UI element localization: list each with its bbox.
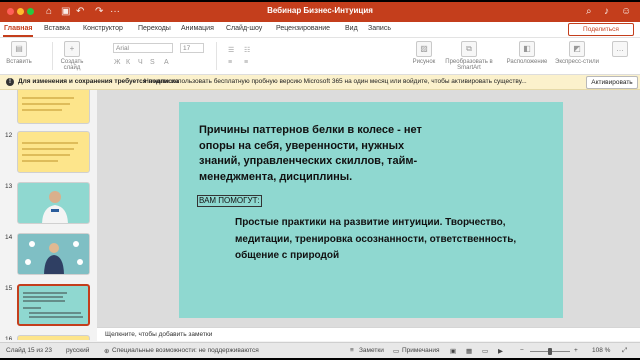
slide-thumbnail-selected[interactable] — [17, 284, 90, 326]
search-icon[interactable]: ⌕ — [586, 5, 592, 19]
document-title: Вебинар Бизнес-Интуиция — [267, 6, 373, 15]
emoji-icon[interactable]: ☺ — [621, 5, 631, 19]
slide-thumbnail[interactable] — [17, 182, 90, 224]
smartart-label: Преобразовать в SmartArt — [445, 59, 493, 71]
clipboard-icon: ▤ — [11, 41, 27, 57]
drawing-label: Рисунок — [412, 59, 436, 65]
activate-button-label: Активировать — [591, 79, 633, 86]
ribbon-divider — [52, 42, 53, 70]
drawing-button[interactable]: ▨ Рисунок — [410, 41, 438, 65]
slide-number: 13 — [5, 183, 13, 190]
tab-record[interactable]: Запись — [368, 25, 391, 32]
ellipsis-icon: … — [612, 41, 628, 57]
powerpoint-window: ⌂ ▣ ↶ ↷ ··· Вебинар Бизнес-Интуиция ⌕ ♪ … — [0, 2, 640, 358]
slideshow-icon[interactable]: ▶ — [498, 347, 503, 355]
tab-insert[interactable]: Вставка — [44, 25, 70, 32]
slide-thumbnail[interactable] — [17, 233, 90, 275]
font-size-value: 17 — [183, 45, 191, 52]
slide-title-text[interactable]: Причины паттернов белки в колесе - нет о… — [199, 123, 429, 185]
strikethrough-icon[interactable]: S — [150, 59, 155, 66]
info-icon: ! — [6, 78, 14, 86]
notes-pane[interactable]: Щелкните, чтобы добавить заметки — [97, 327, 640, 341]
activate-button[interactable]: Активировать — [586, 76, 638, 89]
person-photo-icon — [42, 191, 68, 223]
align-center-icon[interactable]: ≡ — [244, 59, 248, 66]
language-indicator[interactable]: русский — [66, 347, 89, 354]
slide-number: 16 — [5, 336, 13, 340]
font-name-select[interactable]: Arial — [113, 43, 173, 53]
paste-button-label: Вставить — [6, 59, 32, 65]
bullets-icon[interactable]: ☰ — [228, 46, 234, 54]
ribbon-tabs: Главная Вставка Конструктор Переходы Ани… — [0, 22, 640, 38]
tab-animation[interactable]: Анимация — [181, 25, 214, 32]
status-bar: Слайд 15 из 23 русский ⊕ Специальные воз… — [0, 342, 640, 358]
underline-icon[interactable]: Ч — [138, 59, 143, 66]
bell-icon[interactable]: ♪ — [604, 5, 609, 19]
new-slide-label: Создать слайд — [60, 59, 84, 71]
font-name-value: Arial — [116, 45, 130, 52]
slide-thumbnail[interactable] — [17, 335, 90, 340]
slide-thumbnail[interactable] — [17, 90, 90, 124]
zoom-slider-handle[interactable] — [548, 348, 552, 355]
practices-text[interactable]: Простые практики на развитие интуиции. Т… — [235, 215, 555, 265]
paste-button[interactable]: ▤ Вставить — [4, 41, 34, 65]
zoom-level[interactable]: 108 % — [592, 347, 610, 354]
share-button[interactable]: Поделиться — [568, 23, 634, 36]
slide-number: 12 — [5, 132, 13, 139]
comments-icon: ▭ — [393, 348, 400, 355]
picture-icon: ▨ — [416, 41, 432, 57]
slide-sorter-icon[interactable]: ▦ — [466, 347, 472, 355]
accessibility-icon[interactable]: ⊕ — [104, 347, 109, 355]
notes-icon: ≡ — [350, 347, 354, 354]
business-illustration-icon — [18, 234, 89, 274]
zoom-out-icon[interactable]: − — [520, 347, 524, 354]
current-slide[interactable]: Причины паттернов белки в колесе - нет о… — [179, 102, 563, 318]
more-options-button[interactable]: … — [606, 41, 634, 59]
quick-styles-label: Экспресс-стили — [555, 59, 599, 65]
notes-placeholder: Щелкните, чтобы добавить заметки — [105, 331, 213, 338]
fit-slide-icon[interactable]: ⤢ — [622, 347, 627, 355]
arrange-icon: ◧ — [519, 41, 535, 57]
slide-thumbnail-pane[interactable]: 12 13 14 15 16 — [0, 90, 96, 340]
smartart-button[interactable]: ⧉ Преобразовать в SmartArt — [444, 41, 494, 71]
ribbon-divider — [216, 42, 217, 70]
new-slide-button[interactable]: + Создать слайд — [58, 41, 86, 71]
italic-icon[interactable]: К — [126, 59, 130, 66]
styles-icon: ◩ — [569, 41, 585, 57]
share-button-label: Поделиться — [583, 26, 619, 33]
quick-styles-button[interactable]: ◩ Экспресс-стили — [554, 41, 600, 65]
slide-number: 15 — [5, 285, 13, 292]
ribbon-toolbar: ▤ Вставить + Создать слайд Arial 17 Ж К … — [0, 38, 640, 75]
numbering-icon[interactable]: ☷ — [244, 46, 250, 54]
slide-counter: Слайд 15 из 23 — [6, 347, 53, 354]
notification-text: Начните использовать бесплатную пробную … — [144, 78, 527, 85]
accessibility-status[interactable]: Специальные возможности: не поддерживают… — [112, 347, 259, 354]
arrange-label: Расположение — [506, 59, 548, 65]
tab-view[interactable]: Вид — [345, 25, 358, 32]
bold-icon[interactable]: Ж — [114, 59, 120, 66]
active-tab-indicator — [3, 35, 33, 37]
font-size-select[interactable]: 17 — [180, 43, 204, 53]
font-color-icon[interactable]: A — [164, 59, 169, 66]
help-label-box[interactable]: ВАМ ПОМОГУТ: — [197, 195, 262, 207]
new-slide-icon: + — [64, 41, 80, 57]
notes-toggle[interactable]: Заметки — [359, 347, 384, 354]
normal-view-icon[interactable]: ▣ — [450, 347, 456, 355]
slide-editing-area: Причины паттернов белки в колесе - нет о… — [97, 90, 640, 327]
tab-home[interactable]: Главная — [4, 25, 32, 32]
zoom-in-icon[interactable]: + — [574, 347, 578, 354]
align-left-icon[interactable]: ≡ — [228, 59, 232, 66]
subscription-notification: ! Для изменения и сохранения требуется п… — [0, 75, 640, 90]
reading-view-icon[interactable]: ▭ — [482, 347, 488, 355]
title-bar: ⌂ ▣ ↶ ↷ ··· Вебинар Бизнес-Интуиция ⌕ ♪ … — [0, 2, 640, 22]
arrange-button[interactable]: ◧ Расположение — [505, 41, 549, 65]
slide-number: 14 — [5, 234, 13, 241]
smartart-icon: ⧉ — [461, 41, 477, 57]
comments-toggle[interactable]: Примечания — [402, 347, 440, 354]
tab-transitions[interactable]: Переходы — [138, 25, 171, 32]
tab-review[interactable]: Рецензирование — [276, 25, 330, 32]
tab-design[interactable]: Конструктор — [83, 25, 123, 32]
slide-thumbnail[interactable] — [17, 131, 90, 173]
tab-slideshow[interactable]: Слайд-шоу — [226, 25, 262, 32]
